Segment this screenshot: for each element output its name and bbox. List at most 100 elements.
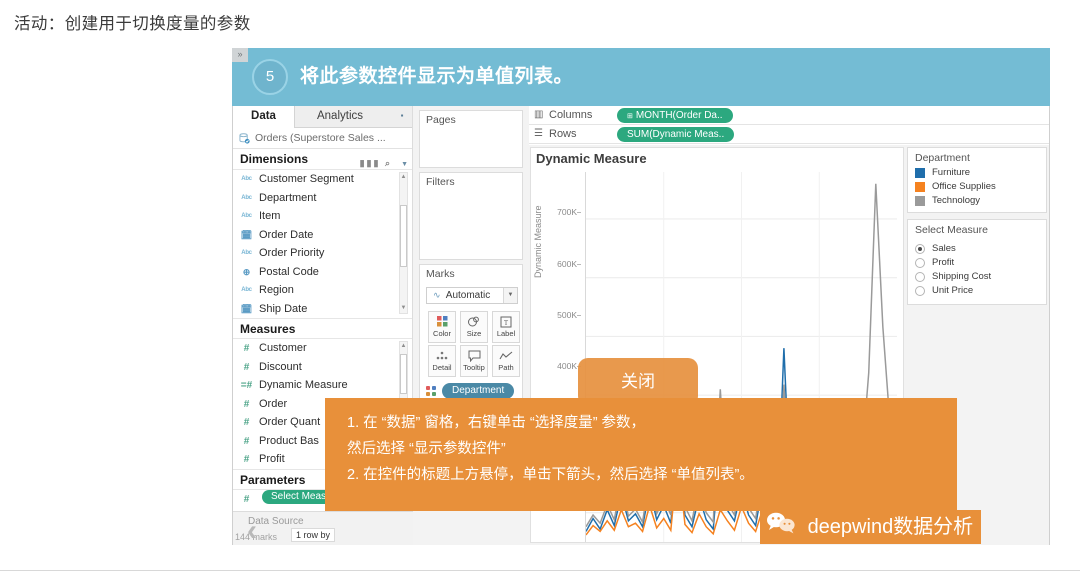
legend-item[interactable]: Technology <box>908 194 1046 208</box>
radio-option-shipping-cost[interactable]: Shipping Cost <box>908 270 1046 284</box>
select-measure-title: Select Measure <box>915 224 988 236</box>
path-icon <box>493 346 519 363</box>
abc-icon: Abc <box>241 194 252 201</box>
columns-icon: ▥ <box>534 109 544 120</box>
marks-label-button[interactable]: T Label <box>492 311 520 343</box>
marks-card: Marks ∿ Automatic ▼ Color Size T Label D… <box>419 264 523 414</box>
measures-header: Measures <box>233 318 412 339</box>
field-label: Order <box>259 397 288 410</box>
row-by-label: 1 row by <box>291 528 336 542</box>
measures-header-label: Measures <box>240 322 296 336</box>
filters-card[interactable]: Filters <box>419 172 523 260</box>
expand-marker-icon: » <box>232 48 248 62</box>
watermark: deepwind数据分析 <box>760 510 982 545</box>
calculated-number-icon: =# <box>240 380 253 391</box>
radio-button-icon[interactable] <box>915 272 925 282</box>
marks-button-label: Detail <box>432 363 452 372</box>
color-pill-label[interactable]: Department <box>442 383 515 399</box>
pages-card[interactable]: Pages <box>419 110 523 168</box>
radio-button-icon[interactable] <box>915 244 925 254</box>
step-banner: » 5 将此参数控件显示为单值列表。 <box>232 48 1050 106</box>
tab-analytics[interactable]: Analytics <box>296 106 384 128</box>
marks-color-button[interactable]: Color <box>428 311 456 343</box>
number-icon: # <box>243 493 250 505</box>
scroll-up-icon[interactable]: ▲ <box>400 342 407 351</box>
marks-detail-button[interactable]: Detail <box>428 345 456 377</box>
datasource-label: Orders (Superstore Sales ... <box>255 132 386 144</box>
field-region[interactable]: Abc Region <box>233 281 412 300</box>
dimensions-scrollbar[interactable]: ▲ ▼ <box>399 172 408 314</box>
dimensions-header: Dimensions ▮▮▮ ⌕ ▼ <box>233 149 412 170</box>
back-chevron-icon[interactable]: ‹ <box>247 516 257 546</box>
marks-button-label: Label <box>496 329 516 338</box>
y-axis-tick-mark <box>577 263 581 265</box>
legend-item[interactable]: Office Supplies <box>908 180 1046 194</box>
number-icon: # <box>243 343 250 354</box>
chevron-down-icon[interactable]: ▼ <box>503 288 517 303</box>
marks-button-label: Size <box>466 329 482 338</box>
globe-icon: ⊕ <box>242 266 251 277</box>
instruction-line-3: 2. 在控件的标题上方悬停，单击下箭头，然后选择 “单值列表”。 <box>347 467 754 483</box>
department-legend-card: Department Furniture Office Supplies Tec… <box>907 147 1047 213</box>
radio-option-unit-price[interactable]: Unit Price <box>908 284 1046 298</box>
field-label: Product Bas <box>259 434 319 447</box>
status-bar: Data Source 144 marks 1 row by ‹ <box>233 511 413 545</box>
columns-field-pill[interactable]: ⊞ MONTH(Order Da.. <box>617 108 733 123</box>
field-item[interactable]: Abc Item <box>233 207 412 226</box>
number-icon: # <box>243 454 250 465</box>
abc-icon: Abc <box>241 287 252 293</box>
line-mark-icon: ∿ <box>433 290 441 300</box>
marks-color-pill-row[interactable]: Department <box>426 383 520 399</box>
pages-title: Pages <box>426 114 456 126</box>
color-swatch-icon <box>915 168 925 178</box>
number-icon: # <box>243 398 250 410</box>
field-dynamic-measure[interactable]: =# Dynamic Measure <box>233 376 412 395</box>
radio-button-icon[interactable] <box>915 286 925 296</box>
marks-size-button[interactable]: Size <box>460 311 488 343</box>
marks-button-label: Path <box>498 363 514 372</box>
y-axis-tick-mark <box>577 212 581 214</box>
marks-tooltip-button[interactable]: Tooltip <box>460 345 488 377</box>
field-label: Item <box>259 210 281 222</box>
field-customer-segment[interactable]: Abc Customer Segment <box>233 170 412 189</box>
radio-button-icon[interactable] <box>915 258 925 268</box>
field-label: Order Date <box>259 228 314 241</box>
pane-collapse-icon[interactable]: ▪ <box>398 111 406 121</box>
scrollbar-thumb[interactable] <box>400 354 407 394</box>
radio-option-profit[interactable]: Profit <box>908 256 1046 270</box>
tab-data[interactable]: Data <box>233 106 295 128</box>
rows-field-pill[interactable]: SUM(Dynamic Meas.. <box>617 127 735 142</box>
svg-text:T: T <box>504 319 509 327</box>
field-label: Profit <box>259 453 285 465</box>
scrollbar-thumb[interactable] <box>400 205 407 267</box>
mark-type-dropdown[interactable]: ∿ Automatic ▼ <box>426 287 518 304</box>
parameters-header-label: Parameters <box>240 472 306 487</box>
marks-button-label: Color <box>433 329 451 338</box>
field-order-date[interactable]: 🗓 Order Date <box>233 226 412 245</box>
rows-shelf[interactable]: ☰ Rows SUM(Dynamic Meas.. <box>529 125 1049 144</box>
marks-path-button[interactable]: Path <box>492 345 520 377</box>
calendar-icon: 🗓 <box>240 303 253 314</box>
field-discount[interactable]: # Discount <box>233 358 412 377</box>
radio-option-sales[interactable]: Sales <box>908 242 1046 256</box>
field-order-priority[interactable]: Abc Order Priority <box>233 244 412 263</box>
field-postal-code[interactable]: ⊕ Postal Code <box>233 263 412 282</box>
columns-shelf[interactable]: ▥ Columns ⊞ MONTH(Order Da.. <box>529 106 1049 125</box>
abc-icon: Abc <box>241 176 252 182</box>
step-banner-text: 将此参数控件显示为单值列表。 <box>300 66 574 87</box>
field-ship-date[interactable]: 🗓 Ship Date <box>233 300 412 319</box>
field-label: Postal Code <box>259 265 319 278</box>
legend-item[interactable]: Furniture <box>908 166 1046 180</box>
scroll-up-icon[interactable]: ▲ <box>400 173 407 182</box>
field-department[interactable]: Abc Department <box>233 189 412 208</box>
wechat-icon <box>766 511 796 545</box>
datasource-row[interactable]: Orders (Superstore Sales ... <box>233 128 412 149</box>
color-dots-icon <box>426 386 437 397</box>
select-measure-card: Select Measure Sales Profit Shipping Cos… <box>907 219 1047 305</box>
scroll-down-icon[interactable]: ▼ <box>400 304 407 313</box>
database-icon <box>239 133 250 144</box>
radio-option-label: Shipping Cost <box>932 271 992 282</box>
field-label: Customer Segment <box>259 173 354 185</box>
number-icon: # <box>243 417 250 428</box>
field-customer[interactable]: # Customer <box>233 339 412 358</box>
